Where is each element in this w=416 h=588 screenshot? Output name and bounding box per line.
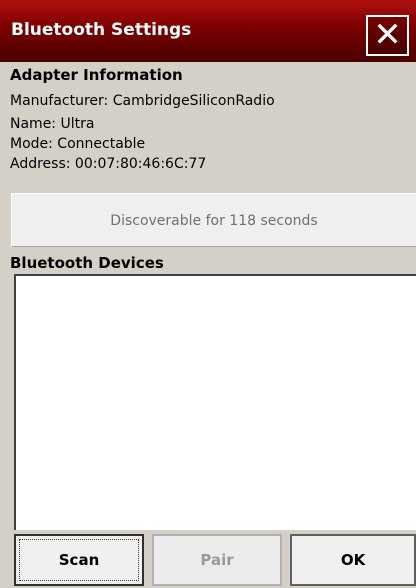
window-title: Bluetooth Settings	[11, 20, 192, 40]
discoverable-button[interactable]: Discoverable for 118 seconds	[11, 193, 416, 247]
close-button[interactable]: ✕	[366, 15, 409, 56]
pair-button-label: Pair	[200, 551, 234, 569]
pair-button[interactable]: Pair	[152, 534, 282, 586]
ok-button[interactable]: OK	[290, 534, 416, 586]
ok-button-label: OK	[340, 551, 366, 569]
address-text: Address: 00:07:80:46:6C:77	[10, 156, 207, 172]
focus-outline	[19, 539, 139, 581]
scan-button[interactable]: Scan	[14, 534, 144, 586]
manufacturer-text: Manufacturer: CambridgeSiliconRadio	[10, 93, 275, 109]
adapter-information-header: Adapter Information	[10, 66, 183, 84]
adapter-name-text: Name: Ultra	[10, 116, 95, 132]
title-bar: Bluetooth Settings ✕	[0, 0, 416, 62]
close-icon: ✕	[373, 15, 402, 55]
device-list[interactable]	[14, 274, 416, 530]
mode-text: Mode: Connectable	[10, 136, 146, 152]
bluetooth-devices-header: Bluetooth Devices	[10, 254, 164, 272]
